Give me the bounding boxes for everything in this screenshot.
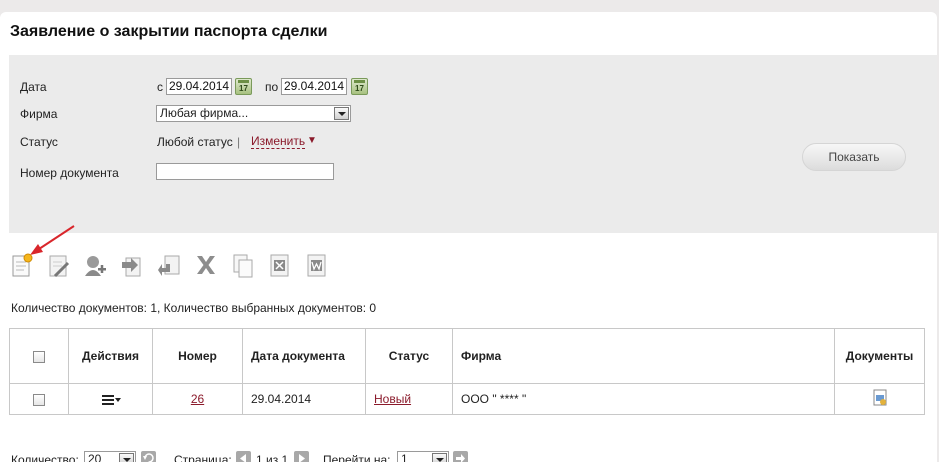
row-actions-cell — [68, 383, 153, 415]
row-status-cell: Новый — [365, 383, 453, 415]
chevron-down-icon — [334, 107, 349, 120]
send-icon[interactable] — [119, 250, 145, 280]
refresh-icon[interactable] — [141, 451, 156, 462]
page-info: 1 из 1 — [256, 453, 289, 462]
header-date[interactable]: Дата документа — [242, 328, 366, 384]
next-page-icon[interactable] — [294, 451, 309, 462]
date-to-prefix: по — [265, 80, 279, 94]
page-title: Заявление о закрытии паспорта сделки — [10, 23, 328, 40]
import-icon[interactable] — [156, 250, 182, 280]
document-file-icon[interactable] — [872, 389, 888, 410]
row-documents-cell — [834, 383, 925, 415]
calendar-day: 17 — [355, 84, 364, 93]
count-select-value: 20 — [88, 452, 102, 462]
edit-document-icon[interactable] — [46, 250, 72, 280]
date-from-input[interactable]: 29.04.2014 — [166, 78, 232, 95]
goto-select[interactable]: 1 — [397, 451, 449, 462]
goto-select-value: 1 — [401, 452, 408, 462]
row-checkbox[interactable] — [33, 393, 45, 406]
copy-icon[interactable] — [230, 250, 256, 280]
firm-label: Фирма — [20, 107, 58, 121]
triangle-down-icon[interactable]: ▼ — [307, 135, 317, 146]
documents-table: Действия Номер Дата документа Статус Фир… — [9, 328, 925, 415]
doc-number-label: Номер документа — [20, 166, 119, 180]
status-label: Статус — [20, 135, 58, 149]
row-number-cell: 26 — [152, 383, 243, 415]
firm-select-value: Любая фирма... — [160, 106, 249, 120]
table-row: 26 29.04.2014 Новый ООО " **** " — [9, 383, 925, 415]
export-excel-icon[interactable] — [267, 250, 293, 280]
document-number-link[interactable]: 26 — [191, 392, 204, 406]
date-to-input[interactable]: 29.04.2014 — [281, 78, 347, 95]
status-change-link[interactable]: Изменить — [251, 135, 306, 149]
export-word-icon[interactable] — [304, 250, 330, 280]
status-link[interactable]: Новый — [374, 392, 411, 406]
header-status[interactable]: Статус — [365, 328, 453, 384]
date-label: Дата — [20, 80, 47, 94]
select-all-header — [9, 328, 69, 384]
doc-number-input[interactable] — [156, 163, 334, 180]
show-button[interactable]: Показать — [802, 143, 906, 171]
calendar-icon[interactable]: 17 — [235, 78, 252, 95]
sign-icon[interactable] — [82, 250, 108, 280]
select-all-checkbox[interactable] — [33, 350, 45, 363]
header-number[interactable]: Номер — [152, 328, 243, 384]
goto-arrow-icon[interactable] — [453, 451, 468, 462]
calendar-icon[interactable]: 17 — [351, 78, 368, 95]
row-date-cell: 29.04.2014 — [242, 383, 366, 415]
goto-label: Перейти на: — [323, 453, 391, 462]
table-header-row: Действия Номер Дата документа Статус Фир… — [9, 328, 925, 384]
header-documents: Документы — [834, 328, 925, 384]
prev-page-icon[interactable] — [236, 451, 251, 462]
date-from-prefix: с — [157, 80, 163, 94]
documents-summary: Количество документов: 1, Количество выб… — [11, 301, 377, 315]
delete-icon[interactable] — [193, 250, 219, 280]
header-actions: Действия — [68, 328, 153, 384]
status-separator: | — [237, 135, 241, 149]
status-value: Любой статус — [157, 135, 233, 149]
chevron-down-icon — [432, 453, 447, 462]
calendar-day: 17 — [239, 84, 248, 93]
new-document-icon[interactable] — [9, 250, 35, 280]
row-firm-cell: ООО " **** " — [452, 383, 835, 415]
filter-panel: Дата с 29.04.2014 17 по 29.04.2014 17 Фи… — [9, 55, 937, 233]
actions-menu-icon[interactable] — [101, 394, 121, 405]
page: Заявление о закрытии паспорта сделки Дат… — [0, 12, 937, 462]
chevron-down-icon — [119, 453, 134, 462]
count-select[interactable]: 20 — [84, 451, 136, 462]
firm-select[interactable]: Любая фирма... — [156, 105, 351, 122]
count-label: Количество: — [11, 453, 79, 462]
row-checkbox-cell — [9, 383, 69, 415]
header-firm[interactable]: Фирма — [452, 328, 835, 384]
page-label: Страница: — [174, 453, 232, 462]
